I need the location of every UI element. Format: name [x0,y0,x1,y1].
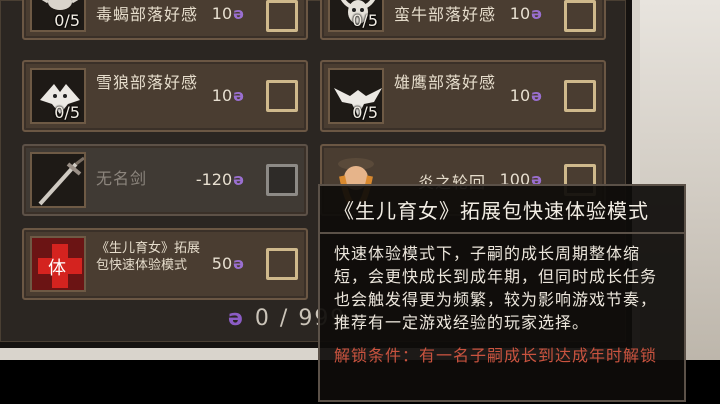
option-card-bull[interactable]: 0/5 蛮牛部落好感 10ə [320,0,606,40]
tooltip-unlock-condition: 解锁条件：有一名子嗣成长到达成年时解锁 [334,346,658,365]
card-counter: 0/5 [54,11,80,30]
card-price: 10ə [211,86,244,105]
card-counter: 0/5 [352,103,378,122]
card-price: 10ə [509,86,542,105]
currency-icon: ə [233,4,244,23]
card-title: 《生儿育女》拓展包快速体验模式 [96,241,201,273]
card-title: 雄鹰部落好感 [394,73,497,92]
card-title: 蛮牛部落好感 [394,5,497,24]
currency-icon: ə [233,170,244,189]
card-counter: 0/5 [352,11,378,30]
currency-icon: ə [233,254,244,273]
option-checkbox[interactable] [266,80,298,112]
card-title: 雪狼部落好感 [96,73,199,92]
option-card-snow-wolf[interactable]: 0/5 雪狼部落好感 10ə [22,60,308,132]
card-price: -120ə [195,170,244,189]
option-card-scorpion[interactable]: 0/5 毒蝎部落好感 10ə [22,0,308,40]
currency-icon: ə [531,86,542,105]
bull-skull-icon: 0/5 [328,0,384,32]
option-checkbox[interactable] [266,0,298,32]
option-checkbox[interactable] [266,248,298,280]
tooltip-description: 快速体验模式下，子嗣的成长周期整体缩短，会更快成长到成年期，但同时成长任务也会触… [334,244,658,332]
card-title: 无名剑 [96,169,148,188]
sword-icon [30,152,86,208]
option-card-quick-mode[interactable]: 体 《生儿育女》拓展包快速体验模式 50ə [22,228,308,300]
wolf-icon: 0/5 [30,68,86,124]
option-tooltip: 《生儿育女》拓展包快速体验模式 快速体验模式下，子嗣的成长周期整体缩短，会更快成… [318,184,686,402]
currency-icon: ə [233,86,244,105]
red-cross-icon: 体 [30,236,86,292]
tooltip-title: 《生儿育女》拓展包快速体验模式 [320,196,684,234]
scorpion-icon: 0/5 [30,0,86,32]
currency-icon: ə [531,4,542,23]
eagle-icon: 0/5 [328,68,384,124]
card-price: 50ə [211,254,244,273]
currency-icon: ə [228,306,245,331]
option-checkbox[interactable] [564,0,596,32]
option-checkbox[interactable] [266,164,298,196]
red-cross-label: 体 [48,258,66,279]
card-counter: 0/5 [54,103,80,122]
card-price: 10ə [509,4,542,23]
option-card-eagle[interactable]: 0/5 雄鹰部落好感 10ə [320,60,606,132]
card-title: 毒蝎部落好感 [96,5,199,24]
option-card-nameless-sword[interactable]: 无名剑 -120ə [22,144,308,216]
card-price: 10ə [211,4,244,23]
option-checkbox[interactable] [564,80,596,112]
